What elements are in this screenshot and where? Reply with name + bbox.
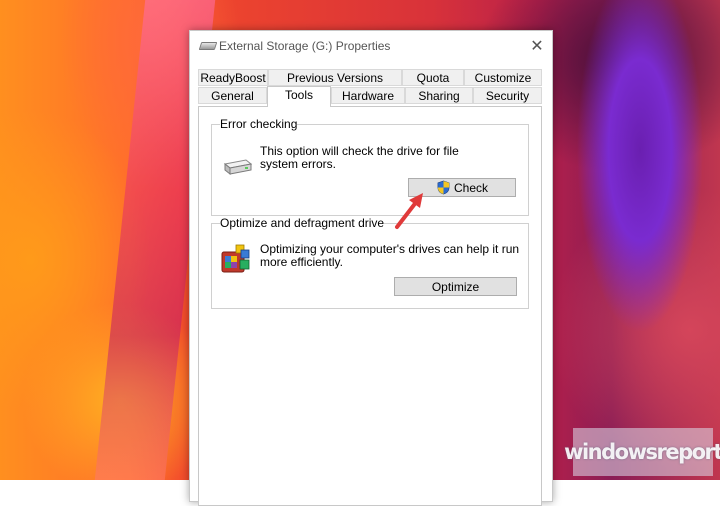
watermark-logo: windowsreport	[564, 428, 720, 476]
close-icon: ✕	[530, 38, 544, 55]
error-checking-group: Error checking This option will check th…	[211, 118, 529, 216]
tab-readyboost[interactable]: ReadyBoost	[198, 69, 268, 86]
tab-general[interactable]: General	[198, 87, 267, 104]
error-checking-title: Error checking	[220, 117, 298, 131]
tab-customize[interactable]: Customize	[464, 69, 542, 86]
properties-dialog: External Storage (G:) Properties ✕ Ready…	[189, 30, 553, 506]
defragment-icon	[221, 244, 250, 273]
optimize-description: Optimizing your computer's drives can he…	[260, 243, 519, 269]
window-title: External Storage (G:) Properties	[219, 39, 391, 53]
optimize-group: Optimize and defragment drive Optimizing…	[211, 217, 529, 309]
error-checking-description: This option will check the drive for fil…	[260, 145, 459, 171]
close-button[interactable]: ✕	[522, 31, 552, 61]
optimize-button[interactable]: Optimize	[394, 277, 517, 296]
hard-drive-icon	[223, 159, 252, 176]
drive-icon	[198, 42, 218, 50]
optimize-line-2: more efficiently.	[260, 255, 343, 269]
tab-strip: ReadyBoost Previous Versions Quota Custo…	[198, 69, 542, 107]
error-checking-line-2: system errors.	[260, 157, 337, 171]
tools-panel: Error checking This option will check th…	[198, 106, 542, 506]
tab-tools[interactable]: Tools	[267, 86, 331, 107]
tab-quota[interactable]: Quota	[402, 69, 464, 86]
optimize-title: Optimize and defragment drive	[220, 216, 385, 230]
check-button-label: Check	[453, 180, 488, 195]
tab-sharing[interactable]: Sharing	[405, 87, 473, 104]
tab-previous-versions[interactable]: Previous Versions	[268, 69, 402, 86]
tab-security[interactable]: Security	[473, 87, 542, 104]
title-bar[interactable]: External Storage (G:) Properties ✕	[190, 31, 552, 61]
annotation-arrow	[395, 193, 423, 229]
uac-shield-icon	[437, 180, 450, 195]
tab-hardware[interactable]: Hardware	[331, 87, 405, 104]
optimize-button-label: Optimize	[431, 279, 480, 294]
